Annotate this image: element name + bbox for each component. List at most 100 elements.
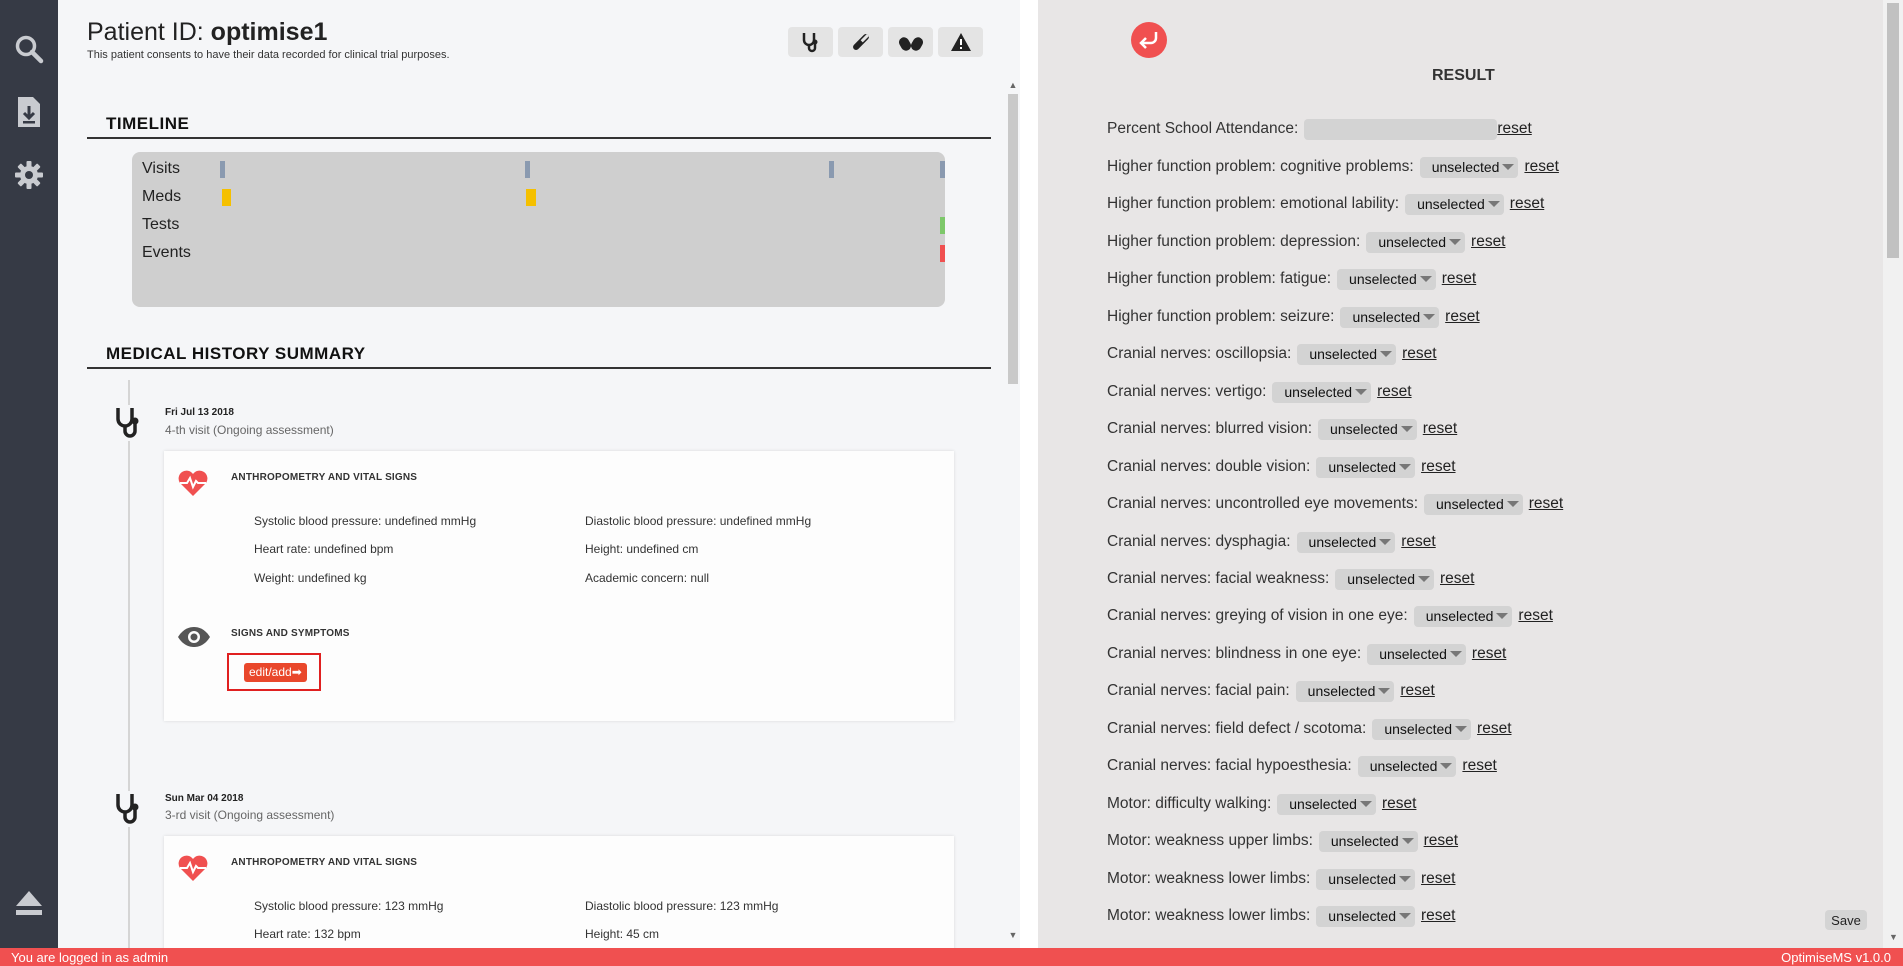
field-select[interactable]: unselected [1318,418,1417,440]
reset-link[interactable]: reset [1471,233,1505,251]
field-select[interactable]: unselected [1277,793,1376,815]
scroll-up-icon[interactable]: ▲ [1008,80,1018,90]
reset-link[interactable]: reset [1477,720,1511,738]
back-button[interactable] [1131,22,1167,58]
field-select[interactable]: unselected [1272,381,1372,403]
result-scrollbar[interactable]: ▼ [1883,0,1903,948]
scroll-down-icon[interactable]: ▼ [1889,932,1898,942]
field-select[interactable]: unselected [1340,306,1440,328]
reset-link[interactable]: reset [1401,533,1435,551]
vital-weight: Weight: undefined kg [254,571,367,585]
event-marker[interactable] [940,245,945,262]
reset-link[interactable]: reset [1424,832,1458,850]
timeline-title: TIMELINE [106,114,190,133]
result-field-row: Cranial nerves: facial weakness: unselect… [1107,568,1474,590]
reset-link[interactable]: reset [1421,458,1455,476]
reset-link[interactable]: reset [1421,907,1455,925]
warning-icon[interactable] [938,27,983,57]
vital-heart-rate: Heart rate: 132 bpm [254,927,361,941]
reset-link[interactable]: reset [1497,120,1531,138]
reset-link[interactable]: reset [1524,158,1558,176]
field-select[interactable]: unselected [1367,643,1466,665]
field-select[interactable]: unselected [1295,680,1395,702]
field-label: Cranial nerves: facial weakness: [1107,570,1330,587]
visit-marker[interactable] [220,161,225,178]
vital-systolic: Systolic blood pressure: 123 mmHg [254,899,444,913]
med-marker[interactable] [526,189,536,206]
caret-down-icon [1359,801,1372,807]
field-label: Cranial nerves: oscillopsia: [1107,345,1292,362]
select-value: unselected [1378,234,1447,250]
field-label: Cranial nerves: uncontrolled eye movemen… [1107,495,1419,512]
caret-down-icon [1399,913,1412,919]
gear-icon[interactable] [13,159,45,191]
field-select[interactable]: unselected [1297,343,1397,365]
field-select[interactable]: unselected [1419,156,1519,178]
reset-link[interactable]: reset [1462,757,1496,775]
field-label: Motor: weakness lower limbs: [1107,870,1311,887]
field-select[interactable]: unselected [1372,718,1472,740]
field-select[interactable]: unselected [1357,755,1457,777]
field-select[interactable]: unselected [1413,605,1513,627]
field-label: Higher function problem: depression: [1107,233,1361,250]
scroll-down-icon[interactable]: ▼ [1008,930,1018,940]
field-select[interactable]: unselected [1405,193,1504,215]
reset-link[interactable]: reset [1510,195,1544,213]
result-field-row: Cranial nerves: dysphagia: unselected rese… [1107,531,1436,553]
visit-marker[interactable] [525,161,530,178]
caret-down-icon [1399,464,1412,470]
caret-down-icon [1378,688,1391,694]
percent-attendance-input[interactable] [1304,118,1498,140]
field-select[interactable]: unselected [1424,493,1523,515]
stethoscope-icon[interactable] [788,27,833,57]
field-select[interactable]: unselected [1316,456,1416,478]
field-label: Motor: difficulty walking: [1107,795,1272,812]
result-field-row: Motor: weakness lower limbs: unselected re… [1107,868,1455,890]
reset-link[interactable]: reset [1472,645,1506,663]
med-marker[interactable] [222,189,231,206]
field-select[interactable]: unselected [1366,231,1466,253]
reset-link[interactable]: reset [1529,495,1563,513]
field-select[interactable]: unselected [1296,531,1396,553]
save-button[interactable]: Save [1825,910,1867,930]
field-select[interactable]: unselected [1335,568,1434,590]
history-title: MEDICAL HISTORY SUMMARY [106,344,366,363]
search-icon[interactable] [13,33,45,65]
field-select[interactable]: unselected [1316,868,1416,890]
reset-link[interactable]: reset [1423,420,1457,438]
version-label: OptimiseMS v1.0.0 [1781,950,1891,965]
select-value: unselected [1379,646,1447,662]
visit-marker[interactable] [940,161,945,178]
test-tube-icon[interactable] [838,27,883,57]
vital-height: Height: undefined cm [585,542,699,556]
caret-down-icon [1506,501,1519,507]
select-value: unselected [1328,871,1397,887]
select-value: unselected [1431,159,1500,175]
reset-link[interactable]: reset [1440,570,1474,588]
caret-down-icon [1449,239,1462,245]
visit-marker[interactable] [829,161,834,178]
reset-link[interactable]: reset [1402,345,1436,363]
stethoscope-icon [111,405,147,441]
reset-link[interactable]: reset [1400,682,1434,700]
scroll-thumb[interactable] [1887,3,1899,258]
select-value: unselected [1309,346,1378,362]
reset-link[interactable]: reset [1377,383,1411,401]
reset-link[interactable]: reset [1518,607,1552,625]
test-marker[interactable] [940,217,945,234]
edit-add-button[interactable]: edit/add➡ [244,663,307,682]
download-icon[interactable] [13,96,45,128]
main-scrollbar[interactable]: ▲ ▼ [1006,80,1020,942]
reset-link[interactable]: reset [1421,870,1455,888]
reset-link[interactable]: reset [1442,270,1476,288]
reset-link[interactable]: reset [1382,795,1416,813]
reset-link[interactable]: reset [1445,308,1479,326]
field-select[interactable]: unselected [1318,830,1418,852]
eject-icon[interactable] [13,887,45,919]
field-select[interactable]: unselected [1316,905,1416,927]
result-field-row: Cranial nerves: blindness in one eye: uns… [1107,643,1506,665]
pills-icon[interactable] [888,27,933,57]
heart-icon [177,469,209,502]
scroll-thumb[interactable] [1008,94,1018,384]
field-select[interactable]: unselected [1337,268,1436,290]
